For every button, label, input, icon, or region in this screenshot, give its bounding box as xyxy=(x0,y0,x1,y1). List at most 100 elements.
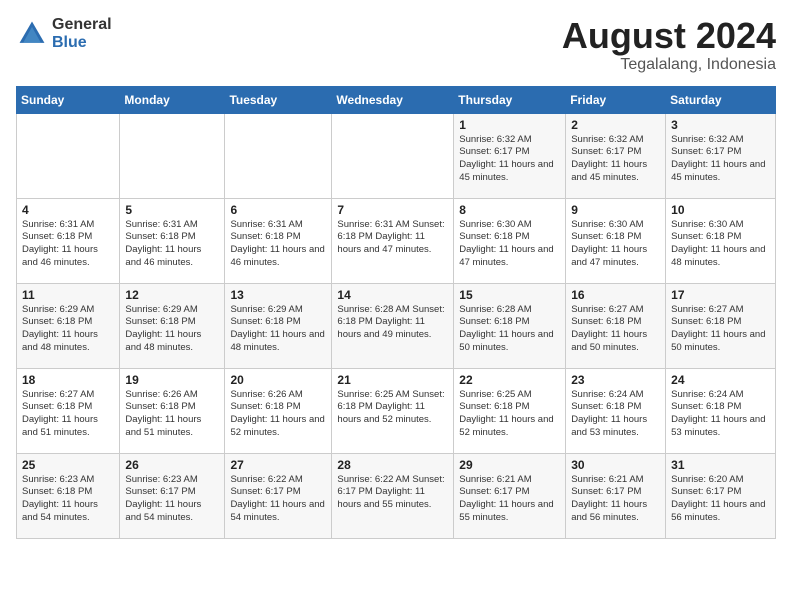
day-cell: 29Sunrise: 6:21 AM Sunset: 6:17 PM Dayli… xyxy=(454,453,566,538)
logo: General Blue xyxy=(16,16,112,51)
day-detail: Sunrise: 6:30 AM Sunset: 6:18 PM Dayligh… xyxy=(459,219,560,270)
day-detail: Sunrise: 6:27 AM Sunset: 6:18 PM Dayligh… xyxy=(671,304,770,355)
day-detail: Sunrise: 6:20 AM Sunset: 6:17 PM Dayligh… xyxy=(671,474,770,525)
day-cell: 26Sunrise: 6:23 AM Sunset: 6:17 PM Dayli… xyxy=(120,453,225,538)
day-cell: 8Sunrise: 6:30 AM Sunset: 6:18 PM Daylig… xyxy=(454,198,566,283)
day-cell: 2Sunrise: 6:32 AM Sunset: 6:17 PM Daylig… xyxy=(566,113,666,198)
header-cell-saturday: Saturday xyxy=(666,86,776,113)
day-detail: Sunrise: 6:31 AM Sunset: 6:18 PM Dayligh… xyxy=(230,219,326,270)
day-detail: Sunrise: 6:31 AM Sunset: 6:18 PM Dayligh… xyxy=(125,219,219,270)
day-number: 24 xyxy=(671,373,770,387)
day-cell: 11 Sunrise: 6:29 AM Sunset: 6:18 PM Dayli… xyxy=(17,283,120,368)
day-detail: Sunrise: 6:25 AM Sunset: 6:18 PM Dayligh… xyxy=(337,389,448,427)
header-cell-wednesday: Wednesday xyxy=(332,86,454,113)
logo-icon xyxy=(16,18,48,50)
month-year: August 2024 xyxy=(562,16,776,56)
day-cell: 31 Sunrise: 6:20 AM Sunset: 6:17 PM Dayli… xyxy=(666,453,776,538)
day-cell: 19 Sunrise: 6:26 AM Sunset: 6:18 PM Dayli… xyxy=(120,368,225,453)
day-detail: Sunrise: 6:32 AM Sunset: 6:17 PM Dayligh… xyxy=(671,134,770,185)
day-number: 17 xyxy=(671,288,770,302)
day-cell: 5 Sunrise: 6:31 AM Sunset: 6:18 PM Daylig… xyxy=(120,198,225,283)
location: Tegalalang, Indonesia xyxy=(562,56,776,74)
day-cell: 10 Sunrise: 6:30 AM Sunset: 6:18 PM Dayli… xyxy=(666,198,776,283)
header-cell-tuesday: Tuesday xyxy=(225,86,332,113)
day-number: 3 xyxy=(671,118,770,132)
day-number: 2 xyxy=(571,118,660,132)
day-detail: Sunrise: 6:29 AM Sunset: 6:18 PM Dayligh… xyxy=(230,304,326,355)
day-number: 5 xyxy=(125,203,219,217)
day-number: 22 xyxy=(459,373,560,387)
day-cell: 1Sunrise: 6:32 AM Sunset: 6:17 PM Daylig… xyxy=(454,113,566,198)
week-row-3: 11 Sunrise: 6:29 AM Sunset: 6:18 PM Dayli… xyxy=(17,283,776,368)
day-detail: Sunrise: 6:29 AM Sunset: 6:18 PM Dayligh… xyxy=(22,304,114,355)
page-header: General Blue August 2024 Tegalalang, Ind… xyxy=(16,16,776,74)
day-detail: Sunrise: 6:27 AM Sunset: 6:18 PM Dayligh… xyxy=(571,304,660,355)
day-number: 21 xyxy=(337,373,448,387)
day-detail: Sunrise: 6:28 AM Sunset: 6:18 PM Dayligh… xyxy=(337,304,448,342)
day-cell: 15 Sunrise: 6:28 AM Sunset: 6:18 PM Dayli… xyxy=(454,283,566,368)
day-cell: 3 Sunrise: 6:32 AM Sunset: 6:17 PM Daylig… xyxy=(666,113,776,198)
day-number: 18 xyxy=(22,373,114,387)
day-cell: 14 Sunrise: 6:28 AM Sunset: 6:18 PM Dayli… xyxy=(332,283,454,368)
day-detail: Sunrise: 6:24 AM Sunset: 6:18 PM Dayligh… xyxy=(671,389,770,440)
header-cell-thursday: Thursday xyxy=(454,86,566,113)
day-number: 23 xyxy=(571,373,660,387)
day-number: 14 xyxy=(337,288,448,302)
day-number: 4 xyxy=(22,203,114,217)
day-detail: Sunrise: 6:26 AM Sunset: 6:18 PM Dayligh… xyxy=(125,389,219,440)
day-cell: 7Sunrise: 6:31 AM Sunset: 6:18 PM Daylig… xyxy=(332,198,454,283)
day-number: 19 xyxy=(125,373,219,387)
day-detail: Sunrise: 6:22 AM Sunset: 6:17 PM Dayligh… xyxy=(337,474,448,512)
day-detail: Sunrise: 6:28 AM Sunset: 6:18 PM Dayligh… xyxy=(459,304,560,355)
day-detail: Sunrise: 6:24 AM Sunset: 6:18 PM Dayligh… xyxy=(571,389,660,440)
day-detail: Sunrise: 6:21 AM Sunset: 6:17 PM Dayligh… xyxy=(459,474,560,525)
day-number: 9 xyxy=(571,203,660,217)
day-number: 10 xyxy=(671,203,770,217)
day-detail: Sunrise: 6:31 AM Sunset: 6:18 PM Dayligh… xyxy=(22,219,114,270)
day-number: 11 xyxy=(22,288,114,302)
day-detail: Sunrise: 6:26 AM Sunset: 6:18 PM Dayligh… xyxy=(230,389,326,440)
day-cell: 27 Sunrise: 6:22 AM Sunset: 6:17 PM Dayli… xyxy=(225,453,332,538)
day-cell: 25Sunrise: 6:23 AM Sunset: 6:18 PM Dayli… xyxy=(17,453,120,538)
day-detail: Sunrise: 6:25 AM Sunset: 6:18 PM Dayligh… xyxy=(459,389,560,440)
day-detail: Sunrise: 6:30 AM Sunset: 6:18 PM Dayligh… xyxy=(671,219,770,270)
day-number: 31 xyxy=(671,458,770,472)
logo-blue: Blue xyxy=(52,34,112,52)
day-detail: Sunrise: 6:29 AM Sunset: 6:18 PM Dayligh… xyxy=(125,304,219,355)
day-cell: 30 Sunrise: 6:21 AM Sunset: 6:17 PM Dayli… xyxy=(566,453,666,538)
day-detail: Sunrise: 6:21 AM Sunset: 6:17 PM Dayligh… xyxy=(571,474,660,525)
day-cell: 9 Sunrise: 6:30 AM Sunset: 6:18 PM Daylig… xyxy=(566,198,666,283)
week-row-2: 4 Sunrise: 6:31 AM Sunset: 6:18 PM Daylig… xyxy=(17,198,776,283)
day-cell: 23 Sunrise: 6:24 AM Sunset: 6:18 PM Dayli… xyxy=(566,368,666,453)
day-number: 27 xyxy=(230,458,326,472)
day-cell xyxy=(17,113,120,198)
day-cell: 22 Sunrise: 6:25 AM Sunset: 6:18 PM Dayli… xyxy=(454,368,566,453)
day-cell: 20 Sunrise: 6:26 AM Sunset: 6:18 PM Dayli… xyxy=(225,368,332,453)
day-detail: Sunrise: 6:32 AM Sunset: 6:17 PM Dayligh… xyxy=(459,134,560,185)
day-number: 20 xyxy=(230,373,326,387)
header-row: SundayMondayTuesdayWednesdayThursdayFrid… xyxy=(17,86,776,113)
header-cell-sunday: Sunday xyxy=(17,86,120,113)
calendar-table: SundayMondayTuesdayWednesdayThursdayFrid… xyxy=(16,86,776,539)
week-row-4: 18Sunrise: 6:27 AM Sunset: 6:18 PM Dayli… xyxy=(17,368,776,453)
week-row-5: 25Sunrise: 6:23 AM Sunset: 6:18 PM Dayli… xyxy=(17,453,776,538)
day-cell: 12 Sunrise: 6:29 AM Sunset: 6:18 PM Dayli… xyxy=(120,283,225,368)
day-number: 12 xyxy=(125,288,219,302)
day-cell: 4 Sunrise: 6:31 AM Sunset: 6:18 PM Daylig… xyxy=(17,198,120,283)
logo-general: General xyxy=(52,16,112,34)
day-cell: 6Sunrise: 6:31 AM Sunset: 6:18 PM Daylig… xyxy=(225,198,332,283)
day-cell: 16 Sunrise: 6:27 AM Sunset: 6:18 PM Dayli… xyxy=(566,283,666,368)
day-detail: Sunrise: 6:31 AM Sunset: 6:18 PM Dayligh… xyxy=(337,219,448,257)
logo-text: General Blue xyxy=(52,16,112,51)
day-detail: Sunrise: 6:22 AM Sunset: 6:17 PM Dayligh… xyxy=(230,474,326,525)
day-cell xyxy=(332,113,454,198)
week-row-1: 1Sunrise: 6:32 AM Sunset: 6:17 PM Daylig… xyxy=(17,113,776,198)
day-cell: 13Sunrise: 6:29 AM Sunset: 6:18 PM Dayli… xyxy=(225,283,332,368)
day-cell: 24 Sunrise: 6:24 AM Sunset: 6:18 PM Dayli… xyxy=(666,368,776,453)
day-cell: 18Sunrise: 6:27 AM Sunset: 6:18 PM Dayli… xyxy=(17,368,120,453)
day-number: 15 xyxy=(459,288,560,302)
day-cell: 28Sunrise: 6:22 AM Sunset: 6:17 PM Dayli… xyxy=(332,453,454,538)
day-detail: Sunrise: 6:30 AM Sunset: 6:18 PM Dayligh… xyxy=(571,219,660,270)
day-number: 30 xyxy=(571,458,660,472)
day-number: 16 xyxy=(571,288,660,302)
